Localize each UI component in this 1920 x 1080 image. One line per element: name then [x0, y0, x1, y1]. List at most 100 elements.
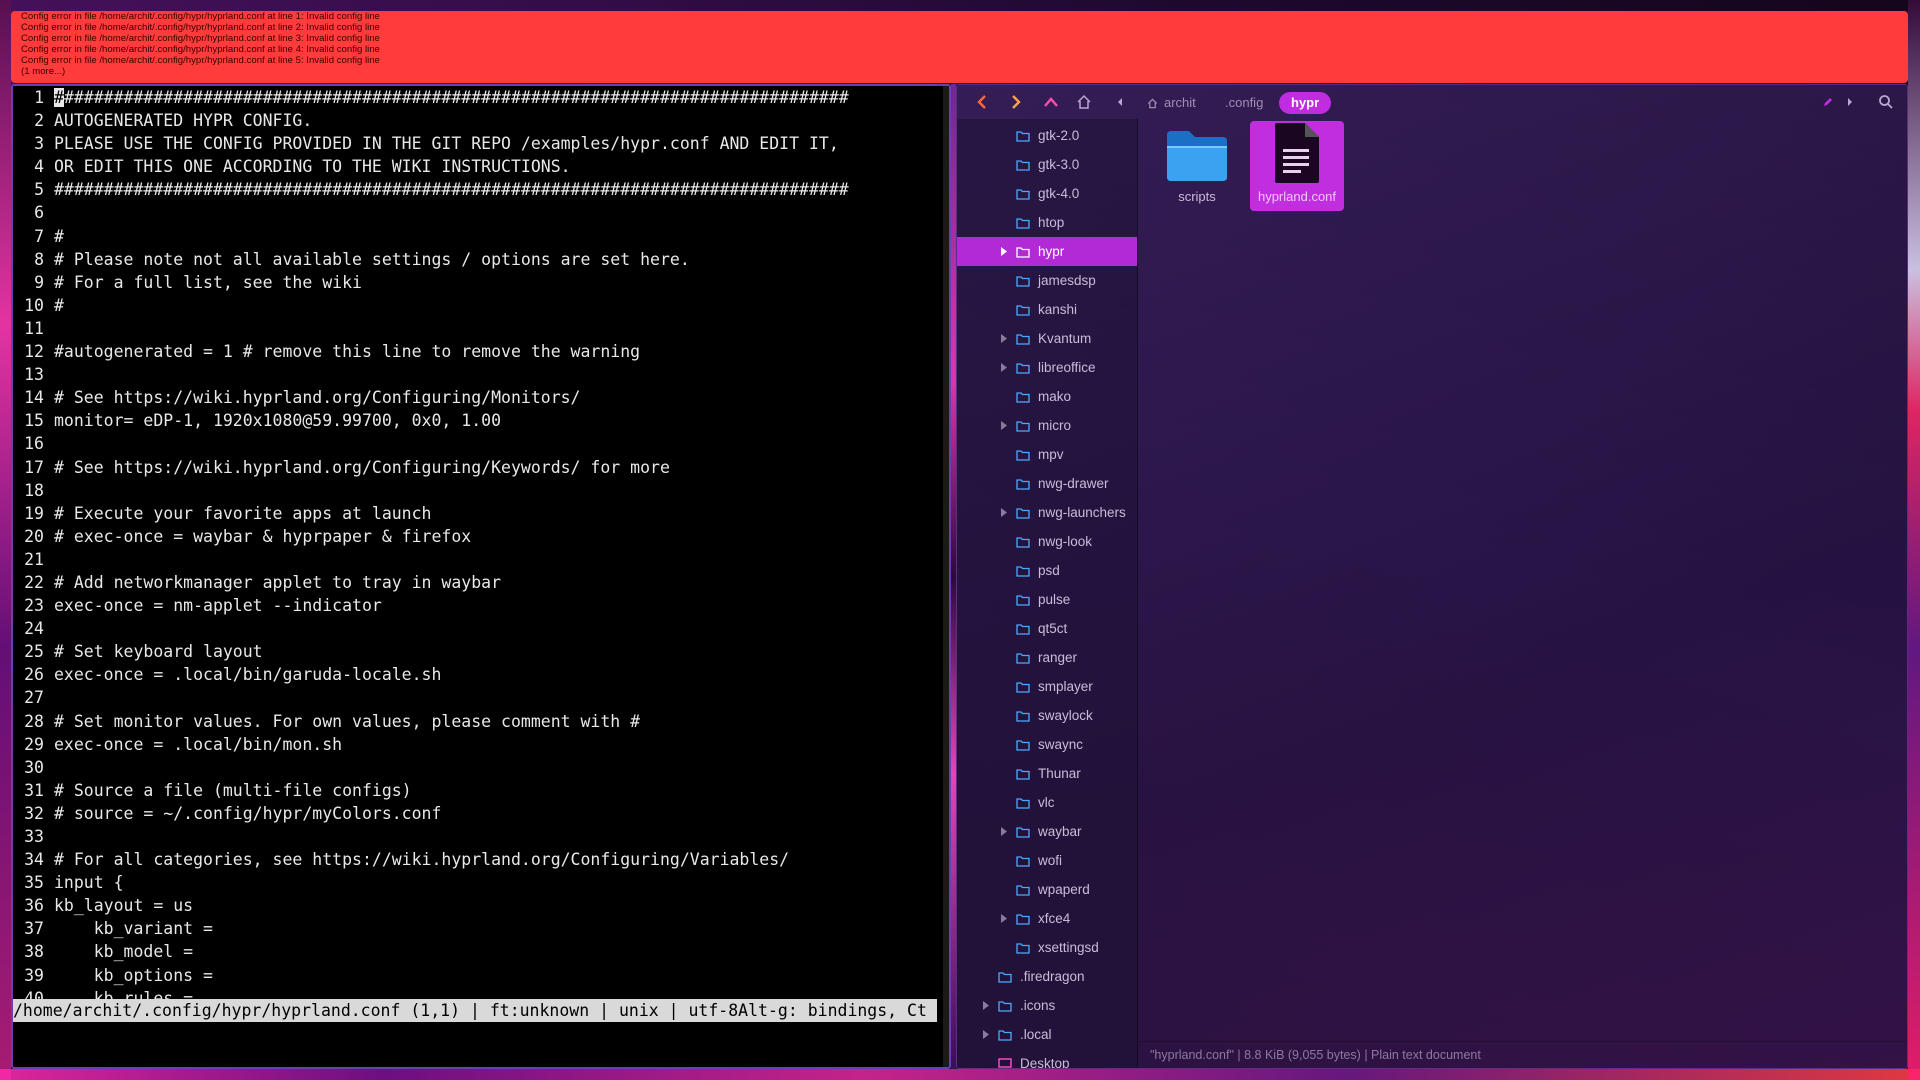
editor-line[interactable]: 9 # For a full list, see the wiki	[13, 271, 949, 294]
editor-line[interactable]: 16	[13, 432, 949, 455]
sidebar-item-dot-firedragon[interactable]: .firedragon	[957, 962, 1137, 991]
editor-line[interactable]: 37 kb_variant =	[13, 917, 949, 940]
expand-arrow-icon[interactable]	[999, 914, 1009, 924]
sidebar-item-nwg-launchers[interactable]: nwg-launchers	[957, 498, 1137, 527]
file-item-hyprland-conf[interactable]: hyprland.conf	[1250, 121, 1344, 211]
terminal-scrollbar[interactable]	[943, 86, 949, 1067]
editor-line[interactable]: 28 # Set monitor values. For own values, …	[13, 710, 949, 733]
sidebar-item-jamesdsp[interactable]: jamesdsp	[957, 266, 1137, 295]
sidebar-item-desktop[interactable]: Desktop	[957, 1049, 1137, 1068]
editor-line[interactable]: 33	[13, 825, 949, 848]
editor-line[interactable]: 34 # For all categories, see https://wiki…	[13, 848, 949, 871]
editor-line[interactable]: 13	[13, 363, 949, 386]
terminal-window[interactable]: 1 #######################################…	[11, 84, 951, 1069]
editor-line[interactable]: 30	[13, 756, 949, 779]
sidebar-item-kvantum[interactable]: Kvantum	[957, 324, 1137, 353]
editor-line[interactable]: 2 AUTOGENERATED HYPR CONFIG.	[13, 109, 949, 132]
sidebar-item-qt5ct[interactable]: qt5ct	[957, 614, 1137, 643]
back-button[interactable]	[969, 89, 995, 115]
expand-arrow-icon[interactable]	[981, 1001, 991, 1011]
editor-line[interactable]: 18	[13, 479, 949, 502]
editor-line[interactable]: 7 #	[13, 225, 949, 248]
sidebar-item-waybar[interactable]: waybar	[957, 817, 1137, 846]
sidebar-item-swaylock[interactable]: swaylock	[957, 701, 1137, 730]
sidebar-item-nwg-drawer[interactable]: nwg-drawer	[957, 469, 1137, 498]
editor-line[interactable]: 8 # Please note not all available setting…	[13, 248, 949, 271]
sidebar-item-dot-local[interactable]: .local	[957, 1020, 1137, 1049]
editor-line[interactable]: 25 # Set keyboard layout	[13, 640, 949, 663]
file-item-scripts[interactable]: scripts	[1150, 121, 1244, 211]
editor-line[interactable]: 36 kb_layout = us	[13, 894, 949, 917]
sidebar-item-hypr[interactable]: hypr	[957, 237, 1137, 266]
sidebar-item-nwg-look[interactable]: nwg-look	[957, 527, 1137, 556]
sidebar-item-micro[interactable]: micro	[957, 411, 1137, 440]
editor-line[interactable]: 38 kb_model =	[13, 940, 949, 963]
forward-button[interactable]	[1003, 89, 1029, 115]
expand-arrow-icon[interactable]	[999, 247, 1009, 257]
sidebar-item-xsettingsd[interactable]: xsettingsd	[957, 933, 1137, 962]
sidebar-item-gtk-4.0[interactable]: gtk-4.0	[957, 179, 1137, 208]
sidebar-item-gtk-3.0[interactable]: gtk-3.0	[957, 150, 1137, 179]
edit-path-button[interactable]	[1815, 89, 1841, 115]
editor-line[interactable]: 3 PLEASE USE THE CONFIG PROVIDED IN THE G…	[13, 132, 949, 155]
editor-line[interactable]: 39 kb_options =	[13, 964, 949, 987]
editor-line[interactable]: 19 # Execute your favorite apps at launch	[13, 502, 949, 525]
sidebar-item-libreoffice[interactable]: libreoffice	[957, 353, 1137, 382]
sidebar-item-label: nwg-drawer	[1038, 476, 1109, 491]
expand-arrow-icon[interactable]	[999, 334, 1009, 344]
file-view[interactable]: scripts hyprland.conf	[1138, 119, 1907, 1042]
editor-line[interactable]: 32 # source = ~/.config/hypr/myColors.con…	[13, 802, 949, 825]
editor-line[interactable]: 12 #autogenerated = 1 # remove this line …	[13, 340, 949, 363]
sidebar-item-ranger[interactable]: ranger	[957, 643, 1137, 672]
breadcrumb-config[interactable]: .config	[1225, 92, 1263, 114]
sidebar-item-xfce4[interactable]: xfce4	[957, 904, 1137, 933]
editor-line[interactable]: 15 monitor= eDP-1, 1920x1080@59.99700, 0x…	[13, 409, 949, 432]
sidebar-item-smplayer[interactable]: smplayer	[957, 672, 1137, 701]
editor-line[interactable]: 35 input {	[13, 871, 949, 894]
editor-line[interactable]: 6	[13, 201, 949, 224]
editor-line[interactable]: 4 OR EDIT THIS ONE ACCORDING TO THE WIKI …	[13, 155, 949, 178]
expand-arrow-icon[interactable]	[999, 421, 1009, 431]
sidebar-item-wofi[interactable]: wofi	[957, 846, 1137, 875]
editor-line[interactable]: 21	[13, 548, 949, 571]
sidebar-item-wpaperd[interactable]: wpaperd	[957, 875, 1137, 904]
sidebar-item-mpv[interactable]: mpv	[957, 440, 1137, 469]
expand-arrow-icon[interactable]	[999, 363, 1009, 373]
editor-line[interactable]: 23 exec-once = nm-applet --indicator	[13, 594, 949, 617]
breadcrumb-home[interactable]: archit	[1147, 92, 1196, 114]
sidebar-item-pulse[interactable]: pulse	[957, 585, 1137, 614]
editor-line[interactable]: 26 exec-once = .local/bin/garuda-locale.s…	[13, 663, 949, 686]
caret-right-icon	[1848, 98, 1852, 106]
editor-line[interactable]: 29 exec-once = .local/bin/mon.sh	[13, 733, 949, 756]
sidebar-item-vlc[interactable]: vlc	[957, 788, 1137, 817]
up-button[interactable]	[1038, 89, 1064, 115]
editor-line[interactable]: 24	[13, 617, 949, 640]
editor-line[interactable]: 31 # Source a file (multi-file configs)	[13, 779, 949, 802]
editor-line[interactable]: 14 # See https://wiki.hyprland.org/Config…	[13, 386, 949, 409]
search-button[interactable]	[1873, 89, 1899, 115]
editor-line[interactable]: 10 #	[13, 294, 949, 317]
breadcrumb-scroll-left[interactable]	[1113, 89, 1127, 115]
breadcrumb-scroll-right[interactable]	[1843, 89, 1857, 115]
expand-arrow-icon[interactable]	[981, 1030, 991, 1040]
editor-line[interactable]: 17 # See https://wiki.hyprland.org/Config…	[13, 456, 949, 479]
editor-line[interactable]: 20 # exec-once = waybar & hyprpaper & fir…	[13, 525, 949, 548]
expand-arrow-icon[interactable]	[999, 827, 1009, 837]
editor-line[interactable]: 1 #######################################…	[13, 86, 949, 109]
expand-arrow-icon[interactable]	[999, 508, 1009, 518]
text-editor[interactable]: 1 #######################################…	[13, 86, 949, 1010]
sidebar-item-thunar[interactable]: Thunar	[957, 759, 1137, 788]
sidebar-item-dot-icons[interactable]: .icons	[957, 991, 1137, 1020]
home-button[interactable]	[1071, 89, 1097, 115]
sidebar-item-gtk-2.0[interactable]: gtk-2.0	[957, 121, 1137, 150]
sidebar-item-mako[interactable]: mako	[957, 382, 1137, 411]
sidebar-item-psd[interactable]: psd	[957, 556, 1137, 585]
editor-line[interactable]: 11	[13, 317, 949, 340]
editor-line[interactable]: 27	[13, 686, 949, 709]
sidebar-item-swaync[interactable]: swaync	[957, 730, 1137, 759]
editor-line[interactable]: 22 # Add networkmanager applet to tray in…	[13, 571, 949, 594]
editor-line[interactable]: 5 #######################################…	[13, 178, 949, 201]
sidebar-item-htop[interactable]: htop	[957, 208, 1137, 237]
breadcrumb-hypr[interactable]: hypr	[1279, 92, 1332, 114]
sidebar-item-kanshi[interactable]: kanshi	[957, 295, 1137, 324]
